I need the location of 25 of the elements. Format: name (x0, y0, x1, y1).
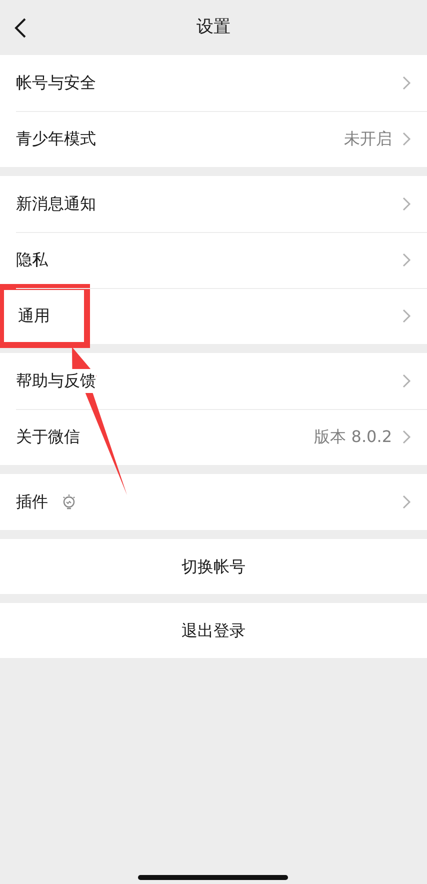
settings-item[interactable]: 隐私 (0, 232, 427, 288)
action-button[interactable]: 退出登录 (0, 603, 427, 658)
action-button[interactable]: 切换帐号 (0, 539, 427, 594)
lightbulb-icon (62, 494, 76, 510)
settings-item[interactable]: 关于微信 版本 8.0.2 (0, 409, 427, 465)
chevron-icon (402, 495, 411, 509)
settings-item[interactable]: 帮助与反馈 (0, 353, 427, 409)
item-value: 未开启 (344, 128, 392, 150)
chevron-icon (402, 76, 411, 90)
item-label: 帮助与反馈 (16, 369, 96, 393)
settings-item[interactable]: 插件 (0, 474, 427, 530)
settings-item[interactable]: 通用 (0, 288, 427, 344)
chevron-icon (402, 253, 411, 267)
item-value: 版本 8.0.2 (314, 426, 392, 448)
chevron-icon (402, 197, 411, 211)
chevron-icon (402, 309, 411, 323)
chevron-icon (402, 132, 411, 146)
chevron-icon (402, 374, 411, 388)
back-icon[interactable] (14, 18, 28, 38)
page-title: 设置 (196, 16, 230, 39)
settings-item[interactable]: 青少年模式 未开启 (0, 111, 427, 167)
chevron-icon (402, 430, 411, 444)
settings-item[interactable]: 新消息通知 (0, 176, 427, 232)
item-label: 通用 (18, 306, 50, 325)
settings-item[interactable]: 帐号与安全 (0, 55, 427, 111)
